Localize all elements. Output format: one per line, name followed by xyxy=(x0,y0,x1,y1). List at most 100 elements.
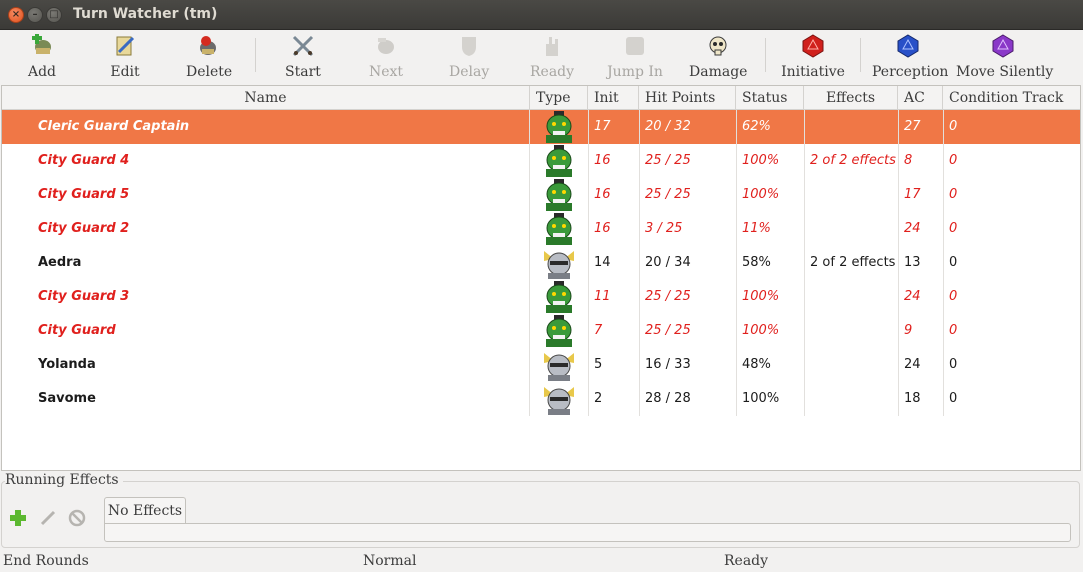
ready-hand-icon xyxy=(546,37,558,56)
cell-condition-track: 0 xyxy=(949,255,958,270)
table-row[interactable]: Aedra 14 20 / 34 58% 2 of 2 effects 13 0 xyxy=(2,246,1080,280)
table-row[interactable]: Cleric Guard Captain 17 20 / 32 62% 27 0 xyxy=(2,110,1080,144)
cell-ac: 27 xyxy=(904,119,921,134)
cell-status: 11% xyxy=(742,221,771,236)
minimize-window-button[interactable]: – xyxy=(27,7,43,23)
column-header-effects[interactable]: Effects xyxy=(804,86,898,110)
cell-ac: 24 xyxy=(904,289,921,304)
cell-hit-points: 28 / 28 xyxy=(645,391,691,406)
add-button[interactable]: Add xyxy=(22,34,62,82)
edit-scroll-icon xyxy=(116,36,135,56)
effects-tab-content xyxy=(104,523,1071,542)
column-header-name[interactable]: Name xyxy=(2,86,530,110)
cell-hit-points: 3 / 25 xyxy=(645,221,683,236)
status-mode: Normal xyxy=(363,553,417,569)
toolbar-separator xyxy=(860,38,861,72)
cell-name: Cleric Guard Captain xyxy=(38,119,190,134)
cell-name: Aedra xyxy=(38,255,82,270)
orc-icon xyxy=(542,213,576,245)
table-row[interactable]: City Guard 7 25 / 25 100% 9 0 xyxy=(2,314,1080,348)
column-header-condition-track[interactable]: Condition Track xyxy=(943,86,1080,110)
column-header-hit-points[interactable]: Hit Points xyxy=(639,86,736,110)
cell-condition-track: 0 xyxy=(949,391,958,406)
delay-shield-icon xyxy=(462,37,476,56)
cell-status: 100% xyxy=(742,391,780,406)
add-effect-icon[interactable] xyxy=(8,508,28,528)
initiative-button[interactable]: Initiative xyxy=(781,34,845,82)
column-header-init[interactable]: Init xyxy=(588,86,639,110)
cell-condition-track: 0 xyxy=(949,357,958,372)
running-effects-label: Running Effects xyxy=(5,472,123,488)
column-header-ac[interactable]: AC xyxy=(898,86,943,110)
cell-hit-points: 16 / 33 xyxy=(645,357,691,372)
close-window-button[interactable]: × xyxy=(8,7,24,23)
column-header-status[interactable]: Status xyxy=(736,86,804,110)
running-effects-panel: Running Effects No Effects xyxy=(1,472,1081,548)
cell-effects xyxy=(804,348,898,382)
tab-no-effects[interactable]: No Effects xyxy=(104,497,186,524)
column-header-type[interactable]: Type xyxy=(530,86,588,110)
cell-effects xyxy=(804,212,898,246)
table-row[interactable]: City Guard 5 16 25 / 25 100% 17 0 xyxy=(2,178,1080,212)
maximize-window-button[interactable]: □ xyxy=(46,7,62,23)
cell-hit-points: 20 / 32 xyxy=(645,119,691,134)
column-divider xyxy=(529,110,530,416)
cell-hit-points: 25 / 25 xyxy=(645,187,691,202)
next-button[interactable]: Next xyxy=(366,34,406,82)
cell-condition-track: 0 xyxy=(949,153,958,168)
cell-name: City Guard 5 xyxy=(38,187,130,202)
jump-in-button[interactable]: Jump In xyxy=(604,34,666,82)
maximize-icon: □ xyxy=(49,9,59,20)
edit-effect-icon[interactable] xyxy=(38,508,58,528)
cell-ac: 24 xyxy=(904,221,921,236)
cell-status: 100% xyxy=(742,153,780,168)
cell-hit-points: 25 / 25 xyxy=(645,289,691,304)
damage-button[interactable]: Damage xyxy=(689,34,747,82)
table-row[interactable]: City Guard 3 11 25 / 25 100% 24 0 xyxy=(2,280,1080,314)
perception-button[interactable]: Perception xyxy=(872,34,948,82)
add-helmet-icon xyxy=(32,34,51,54)
cell-status: 100% xyxy=(742,323,780,338)
cell-ac: 13 xyxy=(904,255,921,270)
blue-die-icon xyxy=(897,34,919,58)
remove-effect-icon[interactable] xyxy=(67,508,87,528)
skull-icon xyxy=(709,36,727,56)
cell-hit-points: 25 / 25 xyxy=(645,153,691,168)
edit-button[interactable]: Edit xyxy=(105,34,145,82)
table-row[interactable]: Savome 2 28 / 28 100% 18 0 xyxy=(2,382,1080,416)
cell-name: City Guard 2 xyxy=(38,221,130,236)
cell-effects xyxy=(804,314,898,348)
ready-button[interactable]: Ready xyxy=(530,34,574,82)
cell-hit-points: 25 / 25 xyxy=(645,323,691,338)
cell-init: 16 xyxy=(594,187,611,202)
move-silently-button[interactable]: Move Silently xyxy=(956,34,1053,82)
delete-button[interactable]: Delete xyxy=(186,34,232,82)
red-die-icon xyxy=(802,34,824,58)
cell-init: 14 xyxy=(594,255,611,270)
table-row[interactable]: Yolanda 5 16 / 33 48% 24 0 xyxy=(2,348,1080,382)
cell-init: 2 xyxy=(594,391,603,406)
purple-die-icon xyxy=(992,34,1014,58)
next-helmet-icon xyxy=(378,38,394,54)
jump-in-leaf-icon xyxy=(626,37,644,55)
orc-icon xyxy=(542,145,576,177)
column-divider xyxy=(804,110,805,416)
cell-effects xyxy=(804,280,898,314)
orc-icon xyxy=(542,315,576,347)
cell-ac: 24 xyxy=(904,357,921,372)
cell-effects: 2 of 2 effects xyxy=(810,255,896,270)
cell-name: Savome xyxy=(38,391,96,406)
orc-icon xyxy=(542,281,576,313)
cell-status: 62% xyxy=(742,119,771,134)
cell-init: 16 xyxy=(594,153,611,168)
knight-icon xyxy=(542,247,576,279)
table-row[interactable]: City Guard 2 16 3 / 25 11% 24 0 xyxy=(2,212,1080,246)
cell-condition-track: 0 xyxy=(949,119,958,134)
delay-button[interactable]: Delay xyxy=(449,34,489,82)
cell-status: 48% xyxy=(742,357,771,372)
title-bar: × – □ Turn Watcher (tm) xyxy=(0,0,1083,30)
start-button[interactable]: Start xyxy=(283,34,323,82)
combatant-table[interactable]: Name Type Init Hit Points Status Effects… xyxy=(1,85,1081,471)
table-row[interactable]: City Guard 4 16 25 / 25 100% 2 of 2 effects 8… xyxy=(2,144,1080,178)
cell-condition-track: 0 xyxy=(949,221,958,236)
